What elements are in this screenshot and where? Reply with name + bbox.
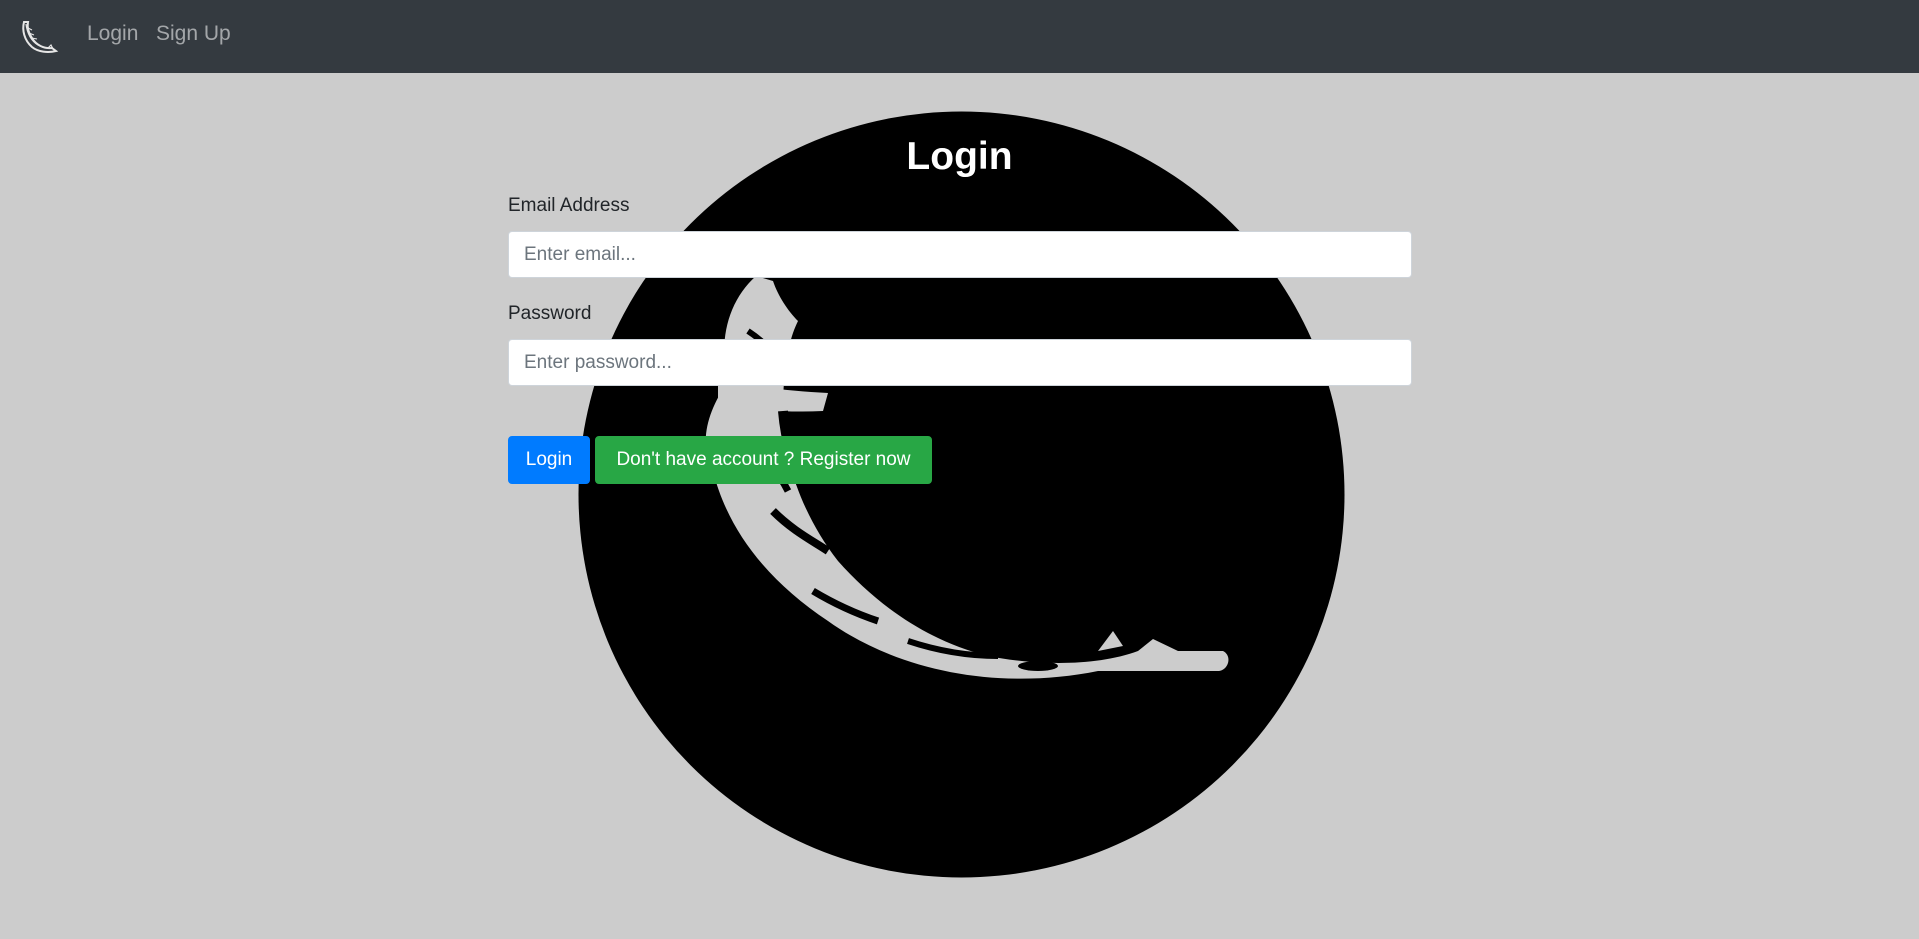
register-button[interactable]: Don't have account ? Register now <box>595 436 932 484</box>
background-flask-logo-icon <box>578 111 1345 878</box>
navbar: Login Sign Up <box>0 0 1919 73</box>
page-title: Login <box>906 135 1013 178</box>
password-field[interactable] <box>508 339 1412 386</box>
email-field[interactable] <box>508 231 1412 278</box>
nav-signup-link[interactable]: Sign Up <box>156 22 231 46</box>
login-button[interactable]: Login <box>508 436 590 484</box>
email-label: Email Address <box>508 195 630 216</box>
nav-login-link[interactable]: Login <box>87 22 138 46</box>
password-label: Password <box>508 303 592 324</box>
brand-logo-icon[interactable] <box>18 18 60 56</box>
